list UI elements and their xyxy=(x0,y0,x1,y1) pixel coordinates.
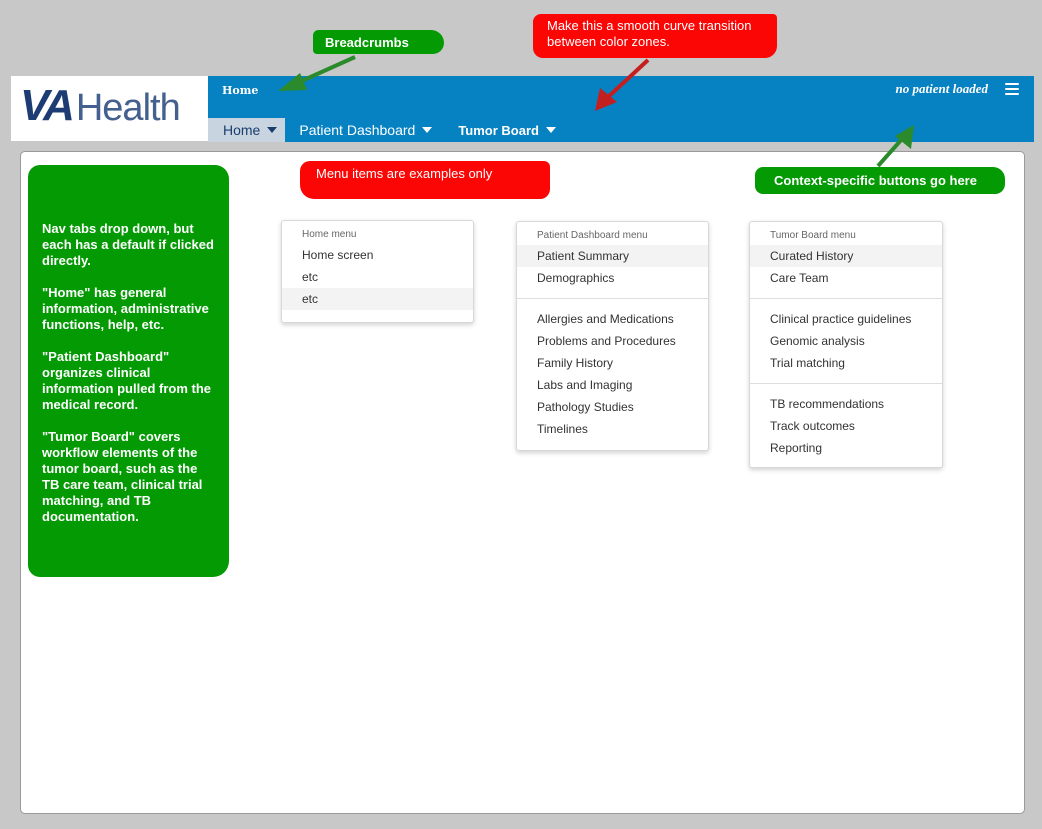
va-health-logo: VA Health xyxy=(20,81,181,132)
annotation-nav-tabs: Nav tabs drop down, but each has a defau… xyxy=(28,165,229,577)
tab-tumor-board-label: Tumor Board xyxy=(458,122,539,138)
tab-tumor-board[interactable]: Tumor Board xyxy=(440,118,564,142)
home-menu: Home menu Home screen etc etc xyxy=(281,220,474,323)
menu-item-curated-history[interactable]: Curated History xyxy=(750,245,942,267)
menu-item-problems-procedures[interactable]: Problems and Procedures xyxy=(517,330,708,352)
annotation-nav-paragraph: Nav tabs drop down, but each has a defau… xyxy=(42,221,214,268)
tab-patient-dashboard-label: Patient Dashboard xyxy=(299,122,416,138)
logo-health-text: Health xyxy=(75,87,181,129)
menu-item-clinical-practice-guidelines[interactable]: Clinical practice guidelines xyxy=(750,308,942,330)
menu-item-pathology-studies[interactable]: Pathology Studies xyxy=(517,396,708,418)
menu-item-tb-recommendations[interactable]: TB recommendations xyxy=(750,393,942,415)
menu-item-trial-matching[interactable]: Trial matching xyxy=(750,352,942,374)
menu-item-labs-imaging[interactable]: Labs and Imaging xyxy=(517,374,708,396)
menu-item-reporting[interactable]: Reporting xyxy=(750,437,942,459)
tumor-board-menu: Tumor Board menu Curated History Care Te… xyxy=(749,221,943,468)
tumor-board-menu-header: Tumor Board menu xyxy=(770,230,856,241)
tab-home-label: Home xyxy=(223,122,261,138)
patient-status: no patient loaded xyxy=(895,81,988,96)
logo-container[interactable]: VA Health xyxy=(11,76,208,141)
menu-item-care-team[interactable]: Care Team xyxy=(750,267,942,289)
menu-item-patient-summary[interactable]: Patient Summary xyxy=(517,245,708,267)
menu-item-etc[interactable]: etc xyxy=(282,288,473,310)
menu-divider xyxy=(750,298,942,299)
chevron-down-icon xyxy=(422,127,433,133)
menu-item-timelines[interactable]: Timelines xyxy=(517,418,708,440)
annotation-nav-paragraph: "Patient Dashboard" organizes clinical i… xyxy=(42,349,211,412)
tab-home[interactable]: Home xyxy=(208,118,286,142)
annotation-curve-transition: Make this a smooth curve transition betw… xyxy=(533,14,777,58)
logo-va-text: VA xyxy=(20,81,75,130)
annotation-menu-examples: Menu items are examples only xyxy=(300,161,550,199)
menu-item-genomic-analysis[interactable]: Genomic analysis xyxy=(750,330,942,352)
menu-item-home-screen[interactable]: Home screen xyxy=(282,244,473,266)
annotation-breadcrumbs: Breadcrumbs xyxy=(313,30,444,54)
patient-dashboard-menu-header: Patient Dashboard menu xyxy=(537,230,648,241)
nav-tabs: Home Patient Dashboard Tumor Board xyxy=(208,118,564,142)
annotation-nav-paragraph: "Tumor Board" covers workflow elements o… xyxy=(42,429,203,524)
breadcrumb[interactable]: Home xyxy=(222,84,258,97)
home-menu-header: Home menu xyxy=(302,229,357,240)
annotation-context-buttons: Context-specific buttons go here xyxy=(755,167,1005,194)
menu-divider xyxy=(750,383,942,384)
tab-patient-dashboard[interactable]: Patient Dashboard xyxy=(285,118,440,142)
header-bar: Home no patient loaded Home Patient Dash… xyxy=(208,76,1034,142)
hamburger-menu-icon[interactable] xyxy=(1005,83,1019,98)
patient-dashboard-menu: Patient Dashboard menu Patient Summary D… xyxy=(516,221,709,451)
annotation-nav-paragraph: "Home" has general information, administ… xyxy=(42,285,209,332)
chevron-down-icon xyxy=(545,127,556,133)
menu-item-allergies-medications[interactable]: Allergies and Medications xyxy=(517,308,708,330)
menu-item-track-outcomes[interactable]: Track outcomes xyxy=(750,415,942,437)
menu-item-family-history[interactable]: Family History xyxy=(517,352,708,374)
menu-item-demographics[interactable]: Demographics xyxy=(517,267,708,289)
menu-divider xyxy=(517,298,708,299)
chevron-down-icon xyxy=(267,127,278,133)
menu-item-etc[interactable]: etc xyxy=(282,266,473,288)
